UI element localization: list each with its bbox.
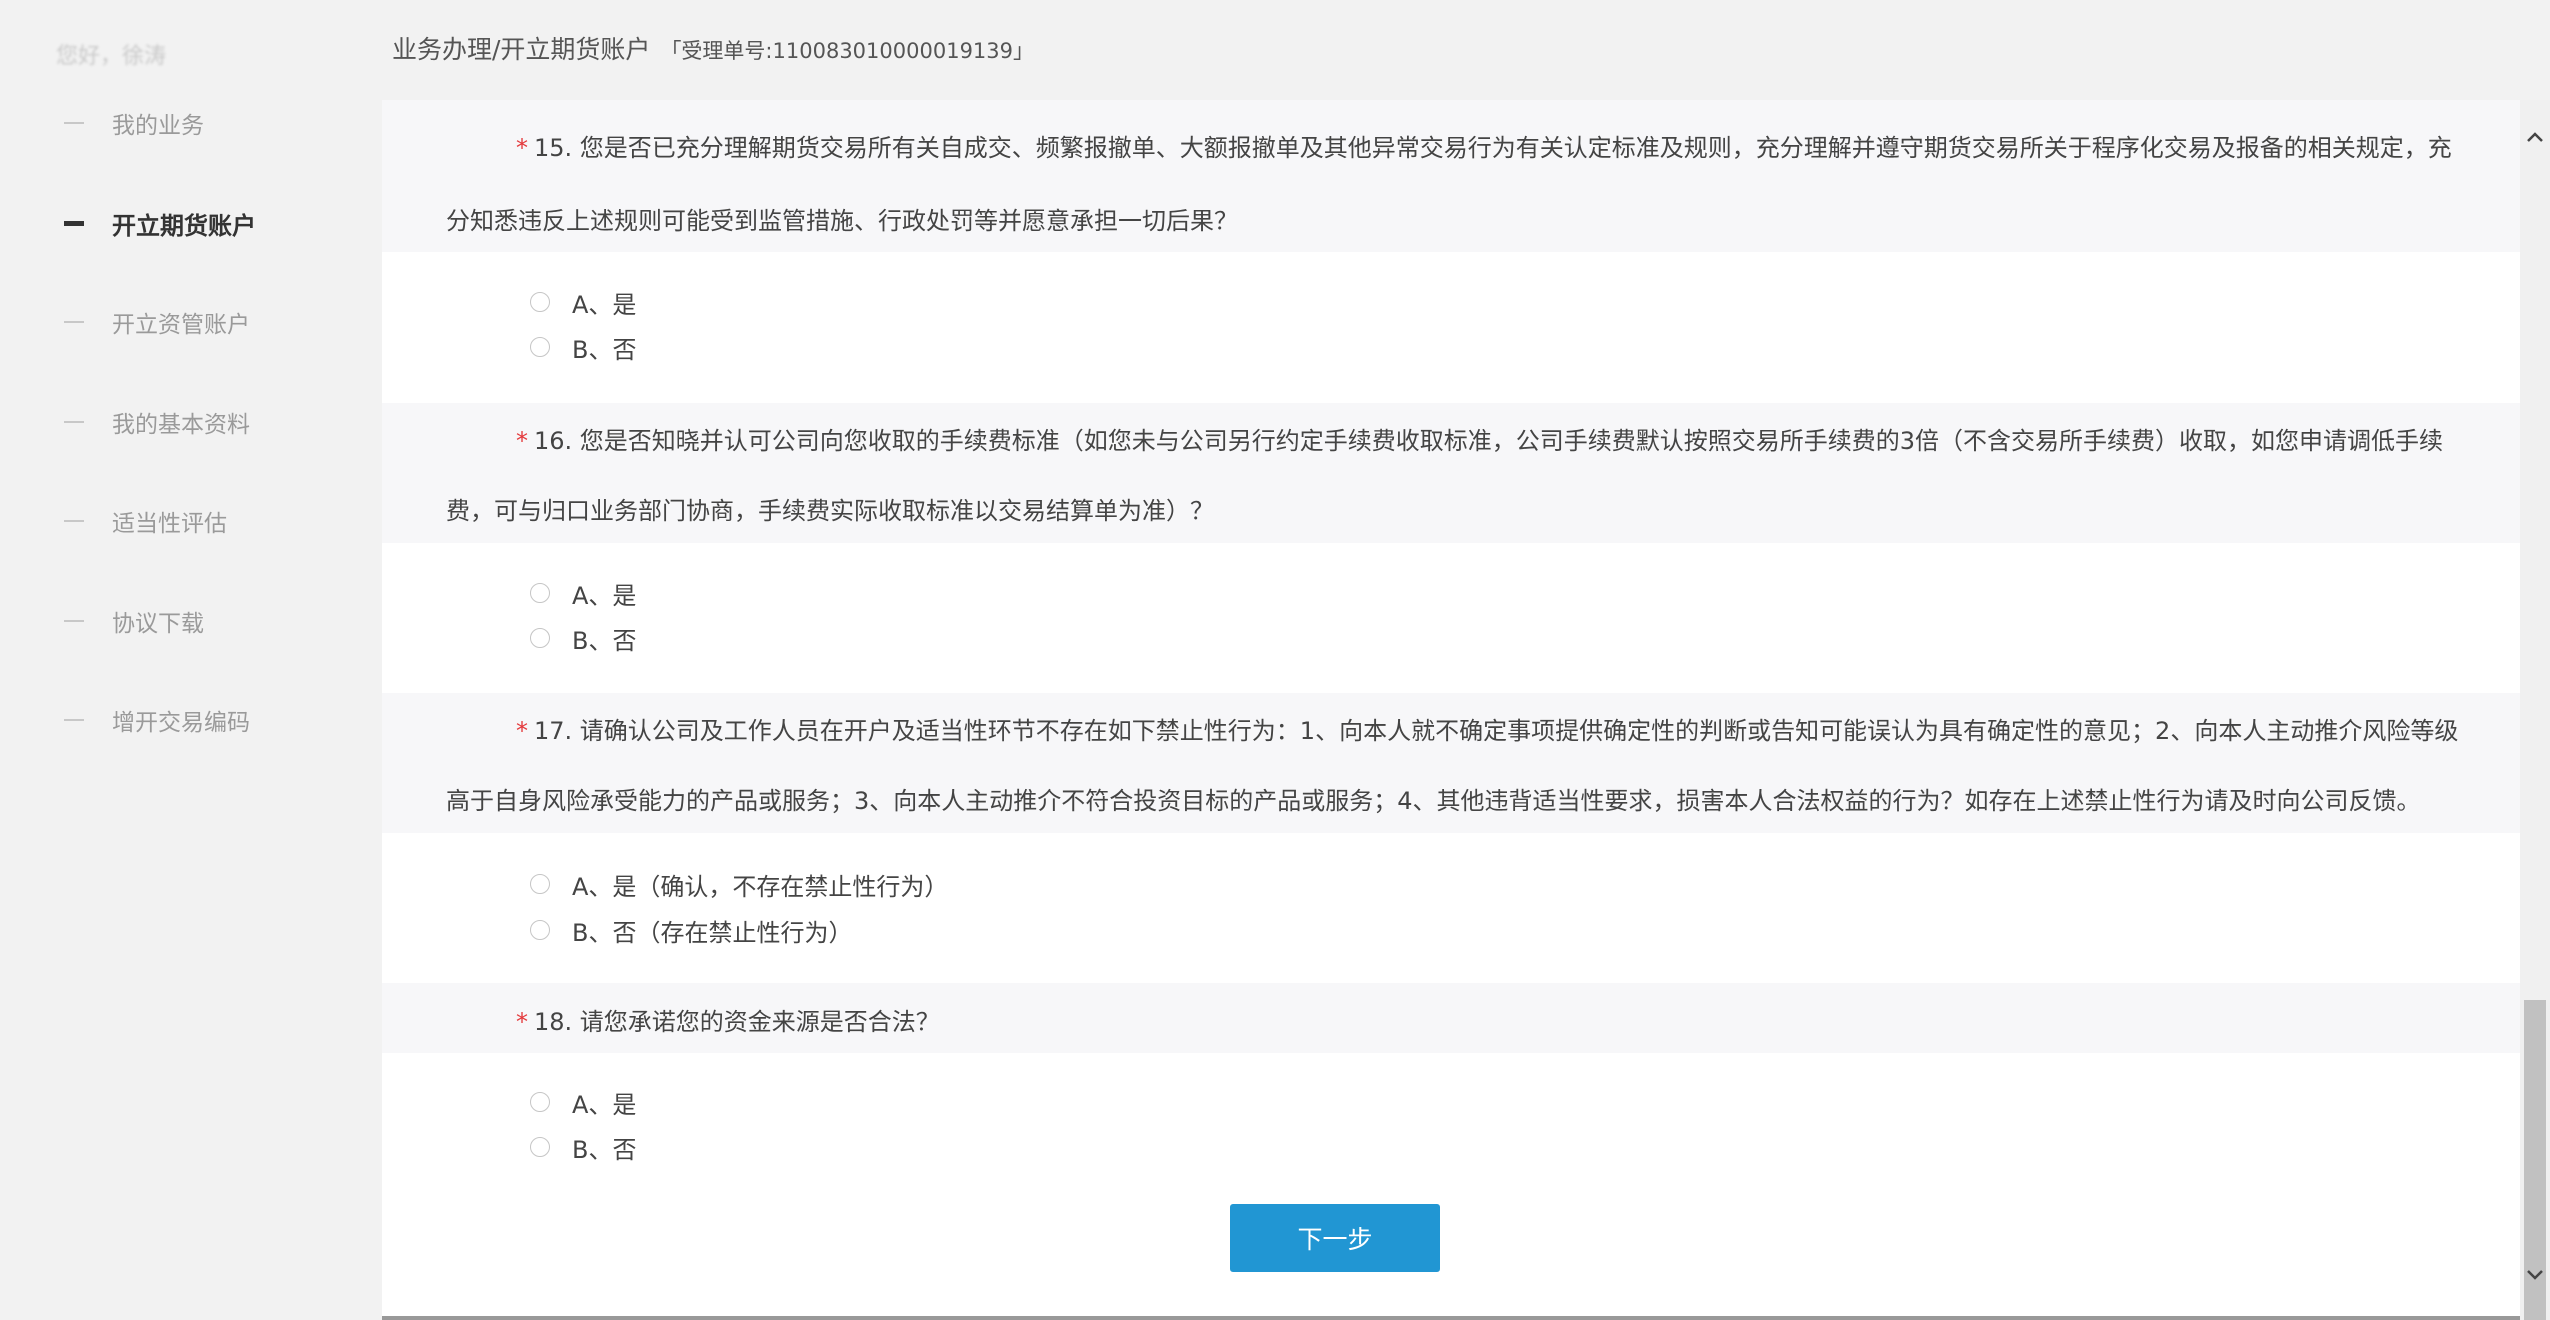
option-label: B、否 — [572, 626, 637, 655]
radio-button[interactable] — [530, 920, 550, 940]
question-18: * 18. 请您承诺您的资金来源是否合法？ — [382, 983, 2520, 1053]
dash-icon — [64, 719, 84, 721]
next-step-button[interactable]: 下一步 — [1230, 1204, 1440, 1272]
user-greeting: 您好，徐涛 — [56, 44, 167, 69]
option-q15-a[interactable]: A、是 — [530, 285, 636, 319]
sidebar-item-label: 适当性评估 — [112, 511, 227, 537]
option-q17-b[interactable]: B、否（存在禁止性行为） — [530, 913, 852, 947]
required-mark: * — [516, 427, 528, 455]
question-text-line: 高于自身风险承受能力的产品或服务；3、向本人主动推介不符合投资目标的产品或服务；… — [446, 781, 2421, 816]
option-label: A、是 — [572, 581, 637, 610]
sidebar-item-open-futures-account[interactable]: 开立期货账户 — [64, 203, 256, 243]
sidebar-item-agreement-download[interactable]: 协议下载 — [64, 601, 204, 641]
chevron-up-icon[interactable] — [2520, 122, 2550, 152]
dash-icon — [64, 421, 84, 423]
option-q16-b[interactable]: B、否 — [530, 621, 636, 655]
dash-icon — [64, 620, 84, 622]
option-label: A、是 — [572, 290, 637, 319]
sidebar-item-label: 我的基本资料 — [112, 412, 250, 438]
sidebar-item-add-trading-code[interactable]: 增开交易编码 — [64, 700, 250, 740]
question-text: 高于自身风险承受能力的产品或服务；3、向本人主动推介不符合投资目标的产品或服务；… — [446, 787, 2421, 815]
sidebar-item-label: 开立资管账户 — [112, 312, 250, 338]
acceptance-number: 「受理单号:110083010000019139」 — [660, 39, 1035, 63]
breadcrumb: 业务办理/开立期货账户 「受理单号:110083010000019139」 — [392, 30, 1034, 66]
option-q18-a[interactable]: A、是 — [530, 1085, 636, 1119]
page-header: 业务办理/开立期货账户 「受理单号:110083010000019139」 — [382, 0, 2550, 100]
dash-icon — [64, 122, 84, 124]
question-text: 17. 请确认公司及工作人员在开户及适当性环节不存在如下禁止性行为：1、向本人就… — [534, 717, 2459, 745]
option-label: A、是 — [572, 1090, 637, 1119]
option-label: A、是（确认，不存在禁止性行为） — [572, 872, 949, 901]
question-text: 分知悉违反上述规则可能受到监管措施、行政处罚等并愿意承担一切后果？ — [446, 207, 1238, 235]
option-q17-a[interactable]: A、是（确认，不存在禁止性行为） — [530, 867, 948, 901]
question-text-line: * 15. 您是否已充分理解期货交易所有关自成交、频繁报撤单、大额报撤单及其他异常… — [516, 128, 2452, 163]
dash-icon — [64, 520, 84, 522]
radio-button[interactable] — [530, 292, 550, 312]
sidebar-item-label: 协议下载 — [112, 611, 204, 637]
radio-button[interactable] — [530, 583, 550, 603]
radio-button[interactable] — [530, 628, 550, 648]
dash-icon — [64, 321, 84, 323]
radio-button[interactable] — [530, 337, 550, 357]
sidebar-item-label: 增开交易编码 — [112, 710, 250, 736]
content-bottom-border — [382, 1316, 2520, 1320]
required-mark: * — [516, 1008, 528, 1036]
dash-icon — [64, 220, 84, 226]
question-16: * 16. 您是否知晓并认可公司向您收取的手续费标准（如您未与公司另行约定手续费收… — [382, 403, 2520, 543]
radio-button[interactable] — [530, 874, 550, 894]
option-q15-b[interactable]: B、否 — [530, 330, 636, 364]
question-text: 费，可与归口业务部门协商，手续费实际收取标准以交易结算单为准）？ — [446, 497, 1214, 525]
sidebar-item-label: 我的业务 — [112, 113, 204, 139]
question-text: 15. 您是否已充分理解期货交易所有关自成交、频繁报撤单、大额报撤单及其他异常交… — [534, 134, 2452, 162]
radio-button[interactable] — [530, 1137, 550, 1157]
question-text-line: 分知悉违反上述规则可能受到监管措施、行政处罚等并愿意承担一切后果？ — [446, 201, 1238, 236]
question-text: 18. 请您承诺您的资金来源是否合法？ — [534, 1008, 940, 1036]
sidebar-item-open-asset-mgmt-account[interactable]: 开立资管账户 — [64, 302, 250, 342]
breadcrumb-path: 业务办理/开立期货账户 — [392, 35, 651, 64]
sidebar-item-my-business[interactable]: 我的业务 — [64, 103, 204, 143]
question-15: * 15. 您是否已充分理解期货交易所有关自成交、频繁报撤单、大额报撤单及其他异常… — [382, 100, 2520, 252]
option-q18-b[interactable]: B、否 — [530, 1130, 636, 1164]
option-label: B、否（存在禁止性行为） — [572, 918, 853, 947]
option-q16-a[interactable]: A、是 — [530, 576, 636, 610]
question-text: 16. 您是否知晓并认可公司向您收取的手续费标准（如您未与公司另行约定手续费收取… — [534, 427, 2444, 455]
option-label: B、否 — [572, 335, 637, 364]
required-mark: * — [516, 134, 528, 162]
question-text-line: * 16. 您是否知晓并认可公司向您收取的手续费标准（如您未与公司另行约定手续费收… — [516, 421, 2443, 456]
question-text-line: 费，可与归口业务部门协商，手续费实际收取标准以交易结算单为准）？ — [446, 491, 1214, 526]
vertical-scrollbar[interactable] — [2520, 100, 2550, 1320]
sidebar: 您好，徐涛 我的业务 开立期货账户 开立资管账户 我的基本资料 适当性评估 协议… — [0, 0, 382, 1320]
questionnaire: * 15. 您是否已充分理解期货交易所有关自成交、频繁报撤单、大额报撤单及其他异常… — [382, 100, 2520, 1316]
option-label: B、否 — [572, 1135, 637, 1164]
radio-button[interactable] — [530, 1092, 550, 1112]
question-text-line: * 18. 请您承诺您的资金来源是否合法？ — [516, 1002, 940, 1037]
sidebar-item-basic-info[interactable]: 我的基本资料 — [64, 402, 250, 442]
sidebar-item-suitability-assessment[interactable]: 适当性评估 — [64, 501, 227, 541]
chevron-down-icon[interactable] — [2520, 1260, 2550, 1290]
question-text-line: * 17. 请确认公司及工作人员在开户及适当性环节不存在如下禁止性行为：1、向本人… — [516, 711, 2458, 746]
required-mark: * — [516, 717, 528, 745]
question-17: * 17. 请确认公司及工作人员在开户及适当性环节不存在如下禁止性行为：1、向本人… — [382, 693, 2520, 833]
sidebar-item-label: 开立期货账户 — [112, 211, 256, 240]
